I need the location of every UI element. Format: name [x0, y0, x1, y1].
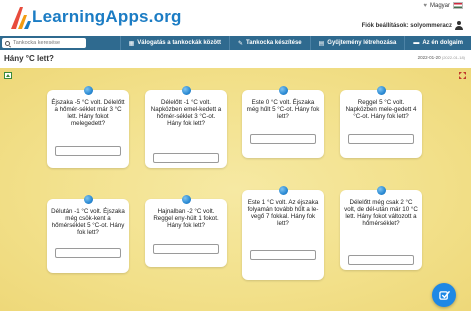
account-settings-label: Fiók beállítások: solyommeracz	[361, 22, 452, 29]
task-text: Délután -1 °C volt. Éjszaka még csök-ken…	[51, 208, 125, 236]
task-text: Délelőtt -1 °C volt. Napközben emel-kede…	[150, 99, 222, 127]
task-text: Éjszaka -5 °C volt. Délelőtt a hőmér-sék…	[51, 99, 125, 127]
task-card: Este 0 °C volt. Éjszaka még hűlt 5 °C-ot…	[242, 86, 324, 158]
collection-icon: ▤	[318, 40, 325, 47]
pin-icon	[278, 186, 288, 195]
pin-icon	[83, 195, 93, 204]
language-label: Magyar	[429, 2, 450, 9]
nav-browse-apps[interactable]: ▦ Válogatás a tankockák között	[119, 36, 229, 50]
nav-create-collection[interactable]: ▤ Gyűjtemény létrehozása	[309, 36, 405, 50]
logo-icon	[11, 7, 31, 29]
date-info: 2022-01-20 (2022-01-18)	[418, 55, 465, 60]
answer-input[interactable]	[153, 153, 219, 163]
header: LearningApps.org ♥ Magyar Fiók beállítás…	[0, 0, 471, 36]
folder-icon: ▬	[413, 40, 420, 46]
task-card: Délután -1 °C volt. Éjszaka még csök-ken…	[47, 195, 129, 273]
answer-input[interactable]	[250, 134, 316, 144]
nav-browse-apps-label: Válogatás a tankockák között	[137, 40, 221, 46]
pin-icon	[181, 195, 191, 204]
task-text: Este 0 °C volt. Éjszaka még hűlt 5 °C-ot…	[246, 99, 320, 120]
page-title: Hány °C lett?	[4, 54, 54, 63]
hungarian-flag-icon	[453, 2, 463, 9]
date-small: (2022-01-18)	[441, 55, 465, 60]
search-box[interactable]	[2, 38, 86, 48]
task-text: Este 1 °C volt. Az éjszaka folyamán tová…	[247, 199, 319, 227]
language-selector[interactable]: ♥ Magyar	[423, 2, 463, 9]
pin-icon	[376, 186, 386, 195]
logo[interactable]: LearningApps.org	[8, 3, 181, 33]
answer-input[interactable]	[348, 255, 414, 265]
checkbox-icon	[438, 290, 450, 300]
search-input[interactable]	[13, 40, 83, 46]
grid-icon: ▦	[128, 40, 135, 47]
pencil-icon: ✎	[238, 40, 244, 47]
fullscreen-icon[interactable]	[4, 72, 12, 79]
answer-input[interactable]	[153, 244, 219, 254]
expand-icon[interactable]	[459, 72, 466, 79]
answer-input[interactable]	[55, 248, 121, 258]
logo-text: LearningApps.org	[32, 7, 182, 26]
nav-my-apps[interactable]: ▬ Az én dolgaim	[404, 36, 471, 50]
task-text: Délelőtt még csak 2 °C volt, de dél-után…	[344, 199, 418, 227]
answer-input[interactable]	[348, 134, 414, 144]
task-card: Reggel 5 °C volt. Napközben mele-gedett …	[340, 86, 422, 158]
task-text: Hajnalban -2 °C volt. Reggel eny-hült 1 …	[153, 208, 219, 229]
search-icon	[5, 40, 10, 46]
task-text: Reggel 5 °C volt. Napközben mele-gedett …	[345, 99, 417, 120]
nav-create-app-label: Tankocka készítése	[246, 40, 302, 46]
title-bar: Hány °C lett? 2022-01-20 (2022-01-18)	[0, 50, 471, 68]
nav-create-collection-label: Gyűjtemény létrehozása	[327, 40, 397, 46]
heart-icon: ♥	[423, 2, 427, 9]
task-card: Este 1 °C volt. Az éjszaka folyamán tová…	[242, 186, 324, 280]
answer-input[interactable]	[250, 250, 316, 260]
user-icon	[455, 21, 463, 30]
account-settings-link[interactable]: Fiók beállítások: solyommeracz	[362, 21, 463, 30]
task-card: Délelőtt még csak 2 °C volt, de dél-után…	[340, 186, 422, 270]
pin-icon	[83, 86, 93, 95]
task-card: Hajnalban -2 °C volt. Reggel eny-hült 1 …	[145, 195, 227, 267]
pin-icon	[181, 86, 191, 95]
date: 2022-01-20	[417, 55, 441, 60]
pin-icon	[376, 86, 386, 95]
main-navigation: ▦ Válogatás a tankockák között ✎ Tankock…	[0, 36, 471, 50]
pin-icon	[278, 86, 288, 95]
answer-input[interactable]	[55, 146, 121, 156]
task-card: Délelőtt -1 °C volt. Napközben emel-kede…	[145, 86, 227, 168]
check-answers-button[interactable]	[432, 283, 456, 307]
nav-my-apps-label: Az én dolgaim	[422, 40, 463, 46]
nav-create-app[interactable]: ✎ Tankocka készítése	[229, 36, 310, 50]
task-card: Éjszaka -5 °C volt. Délelőtt a hőmér-sék…	[47, 86, 129, 168]
app-stage: Éjszaka -5 °C volt. Délelőtt a hőmér-sék…	[0, 68, 471, 311]
